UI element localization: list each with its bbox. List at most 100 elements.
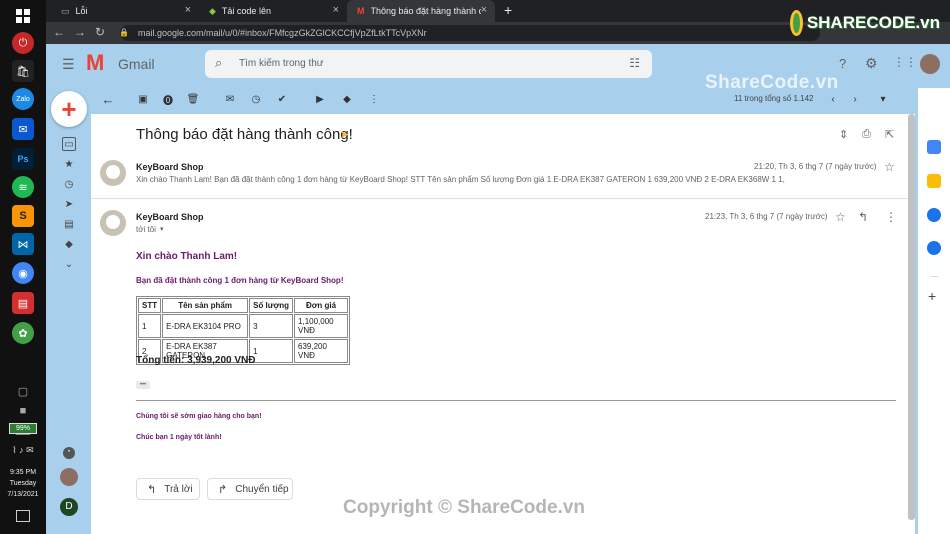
account-avatar[interactable]	[920, 54, 940, 74]
collapsed-message[interactable]: KeyBoard Shop 21:20, Th 3, 6 thg 7 (7 ng…	[91, 156, 915, 196]
print-icon[interactable]: ⎙	[862, 128, 871, 141]
forward-button[interactable]: ↱ Chuyển tiếp	[207, 478, 293, 500]
report-spam-icon[interactable]: ⓿	[161, 92, 175, 107]
spotify-icon[interactable]: ≋	[12, 176, 34, 198]
more-chevron-icon[interactable]: ⌄	[62, 257, 76, 271]
sublime-icon[interactable]: S	[12, 205, 34, 227]
star-icon[interactable]: ☆	[884, 160, 895, 174]
windows-start-icon[interactable]	[12, 5, 34, 27]
back-to-inbox-icon[interactable]: ←	[101, 92, 115, 107]
total-text: Tổng tiền: 3,939,200 VNĐ	[136, 355, 256, 366]
close-icon[interactable]: ×	[185, 4, 191, 16]
power-app-icon[interactable]: ⏻	[12, 32, 34, 54]
calendar-icon[interactable]	[927, 140, 941, 154]
get-addons-icon[interactable]: +	[928, 288, 936, 304]
hangouts-avatar[interactable]	[60, 468, 78, 486]
forward-icon[interactable]: →	[74, 25, 86, 39]
snoozed-icon[interactable]: ◷	[62, 177, 76, 191]
older-chevron-icon[interactable]: ‹	[826, 92, 840, 106]
help-icon[interactable]: ?	[839, 56, 846, 71]
table-header: Đơn giá	[294, 298, 349, 313]
input-tools-icon[interactable]: ▾	[876, 92, 890, 106]
inbox-icon[interactable]: ▭	[62, 137, 76, 151]
contacts-icon[interactable]	[927, 241, 941, 255]
mail-icon[interactable]: ✉	[12, 118, 34, 140]
close-icon[interactable]: ×	[333, 4, 339, 16]
labels-icon[interactable]: ◆	[340, 92, 354, 106]
table-header-row: STT Tên sản phẩm Số lượng Đơn giá	[138, 298, 349, 313]
body-divider	[136, 400, 896, 401]
zalo-icon[interactable]: Zalo	[12, 88, 34, 110]
reload-icon[interactable]: ↻	[95, 25, 105, 39]
star-icon[interactable]: ☆	[835, 210, 846, 224]
expand-all-icon[interactable]: ⇕	[839, 128, 848, 141]
tasks-icon[interactable]	[927, 208, 941, 222]
more-options-icon[interactable]: ⋮	[367, 92, 381, 106]
hangouts-icon[interactable]: "	[63, 447, 75, 459]
sharecode-logo-text: SHARECODE.vn	[806, 13, 940, 32]
delete-icon[interactable]: 🗑	[186, 92, 200, 106]
store-icon[interactable]: 🛍	[12, 60, 34, 82]
tab-title: Thông báo đặt hàng thành công	[370, 6, 481, 16]
tab-loi[interactable]: ▭ Lỗi ×	[51, 0, 199, 22]
gmail-logo-icon[interactable]: M	[86, 52, 104, 74]
doc-icon: ▭	[61, 5, 70, 16]
new-window-icon[interactable]: ⇱	[885, 128, 894, 141]
tab-gmail-active[interactable]: M Thông báo đặt hàng thành công ×	[347, 0, 495, 22]
chrome-icon[interactable]: ◉	[12, 262, 34, 284]
app-green-icon[interactable]: ✿	[12, 322, 34, 344]
drafts-icon[interactable]: ▤	[62, 217, 76, 231]
url-text: mail.google.com/mail/u/0/#inbox/FMfcgzGk…	[138, 28, 427, 38]
account-initial-avatar[interactable]: D	[60, 498, 78, 516]
reply-button[interactable]: ↰ Trả lời	[136, 478, 200, 500]
label-icon[interactable]: ◆	[62, 237, 76, 251]
scrollbar-thumb[interactable]	[908, 114, 915, 520]
archive-icon[interactable]: ▣	[136, 92, 150, 106]
table-cell: E-DRA EK3104 PRO	[162, 314, 249, 338]
reply-icon[interactable]: ↰	[858, 210, 868, 224]
tab-tai-code[interactable]: ◆ Tải code lên ×	[199, 0, 347, 22]
copyright-watermark: Copyright © ShareCode.vn	[343, 497, 586, 518]
keep-icon[interactable]	[927, 174, 941, 188]
sharecode-logo: SHARECODE.vn	[790, 8, 940, 38]
sent-icon[interactable]: ➤	[62, 197, 76, 211]
camera-icon[interactable]: ▢	[12, 380, 34, 402]
important-marker-icon[interactable]: ➤	[340, 128, 349, 141]
message-snippet: Xin chào Thanh Lam! Bạn đã đặt thành côn…	[136, 175, 785, 184]
sharecode-logo-icon	[790, 10, 803, 36]
action-center-icon[interactable]	[16, 510, 30, 522]
show-trimmed-button[interactable]: •••	[136, 381, 150, 389]
app-red-icon[interactable]: ▤	[12, 292, 34, 314]
more-options-icon[interactable]: ⋮	[885, 210, 897, 224]
url-field[interactable]: 🔒 mail.google.com/mail/u/0/#inbox/FMfcgz…	[119, 25, 820, 41]
close-icon[interactable]: ×	[481, 4, 487, 16]
new-tab-icon[interactable]: +	[504, 2, 512, 18]
snooze-icon[interactable]: ◷	[249, 92, 263, 106]
apps-grid-icon[interactable]: ⋮⋮	[893, 55, 917, 69]
starred-icon[interactable]: ★	[62, 157, 76, 171]
vscode-icon[interactable]: ⋈	[12, 233, 34, 255]
tray-icons[interactable]: ⌇ ♪ ✉	[3, 445, 43, 456]
battery-indicator[interactable]: 99%	[9, 423, 37, 434]
gmail-app: ☰ M Gmail ⌕ Tìm kiếm trong thư ☷ ? ⚙ ⋮⋮ …	[46, 44, 950, 534]
sender-name: KeyBoard Shop	[136, 162, 204, 172]
main-menu-icon[interactable]: ☰	[62, 56, 75, 73]
compose-button[interactable]: +	[51, 91, 87, 127]
settings-gear-icon[interactable]: ⚙	[865, 55, 878, 72]
filter-options-icon[interactable]: ☷	[629, 56, 640, 70]
move-to-icon[interactable]: ▶	[313, 92, 327, 106]
back-icon[interactable]: ←	[53, 25, 65, 39]
photoshop-icon[interactable]: Ps	[12, 148, 34, 170]
plus-icon: +	[61, 93, 77, 124]
add-task-icon[interactable]: ✔	[275, 92, 289, 106]
newer-chevron-icon[interactable]: ›	[848, 92, 862, 106]
search-bar[interactable]: ⌕ Tìm kiếm trong thư ☷	[205, 50, 652, 78]
video-icon[interactable]: ■	[12, 400, 34, 422]
recipient-details-icon[interactable]: ▾	[160, 225, 164, 233]
recipient-label[interactable]: tới tôi	[136, 225, 156, 234]
clock[interactable]: 9:35 PM Tuesday 7/13/2021	[0, 467, 46, 500]
clock-day: Tuesday	[9, 480, 37, 487]
mark-unread-icon[interactable]: ✉	[223, 92, 237, 106]
search-input[interactable]: Tìm kiếm trong thư	[239, 58, 324, 69]
search-icon[interactable]: ⌕	[215, 55, 222, 71]
